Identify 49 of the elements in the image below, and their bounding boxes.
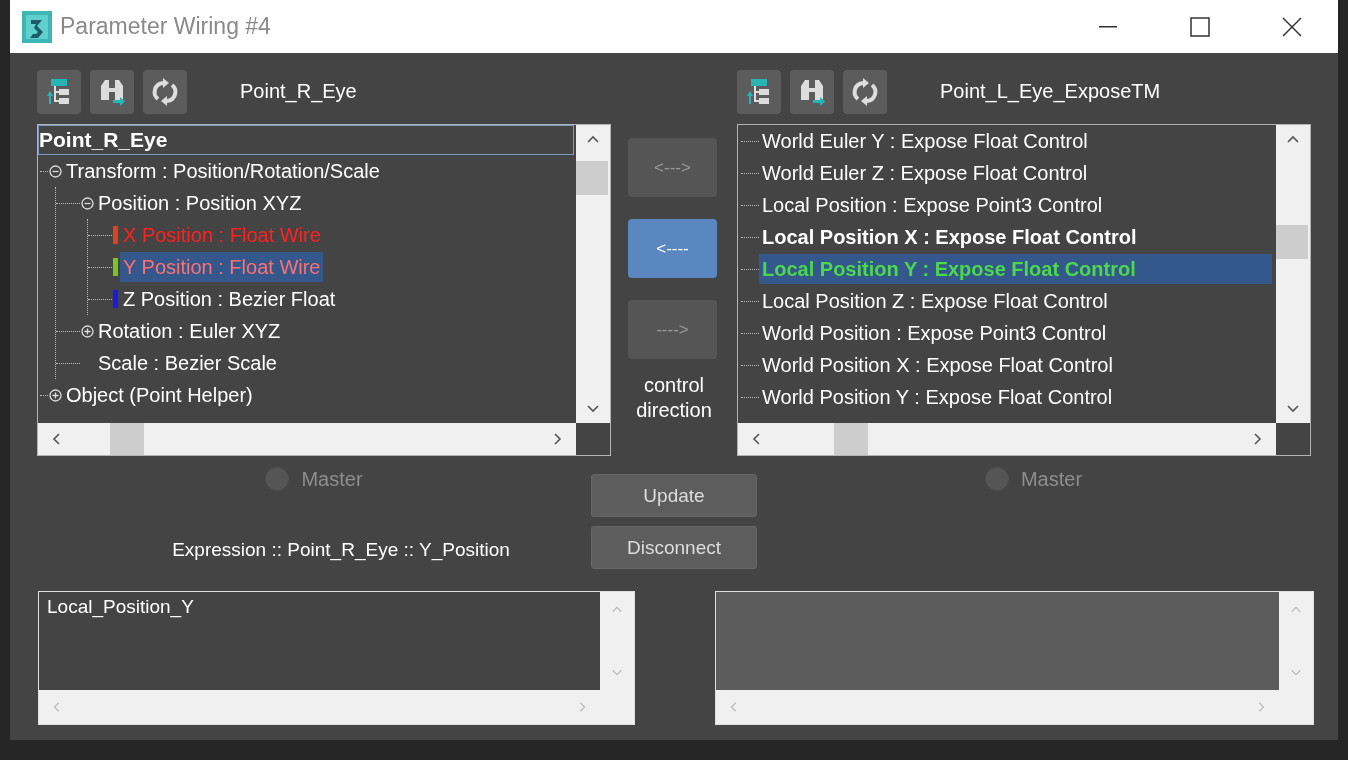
refresh-button[interactable] xyxy=(143,69,187,114)
tree-item[interactable]: Rotation : Euler XYZ xyxy=(95,316,284,346)
close-icon xyxy=(1282,16,1302,37)
expression-label: Expression :: Point_R_Eye :: Y_Position xyxy=(171,539,511,561)
binoculars-button[interactable] xyxy=(90,69,134,114)
scroll-thumb[interactable] xyxy=(834,423,868,455)
master-label: Master xyxy=(1020,467,1083,491)
app-logo xyxy=(22,10,52,43)
tree-item[interactable]: Transform : Position/Rotation/Scale xyxy=(63,156,383,186)
horizontal-scrollbar[interactable] xyxy=(38,423,576,455)
tree-item[interactable]: Z Position : Bezier Float xyxy=(120,284,339,314)
vertical-scrollbar[interactable] xyxy=(1276,125,1310,423)
binoculars-button[interactable] xyxy=(790,69,834,114)
scroll-thumb[interactable] xyxy=(110,423,144,455)
window-title: Parameter Wiring #4 xyxy=(60,13,272,40)
refresh-button[interactable] xyxy=(843,69,887,114)
list-item[interactable]: Local Position Y : Expose Float Control xyxy=(759,254,1272,284)
collapse-icon[interactable] xyxy=(48,164,62,178)
minimize-icon xyxy=(1099,25,1117,28)
collapse-icon[interactable] xyxy=(80,196,94,210)
scroll-thumb[interactable] xyxy=(576,161,608,195)
scroll-thumb[interactable] xyxy=(1276,225,1308,259)
list-item[interactable]: World Euler Z : Expose Float Control xyxy=(759,158,1091,188)
disconnect-button[interactable]: Disconnect xyxy=(591,526,757,569)
expand-icon[interactable] xyxy=(80,324,94,338)
horizontal-scrollbar[interactable] xyxy=(738,423,1276,455)
list-item[interactable]: Local Position Z : Expose Float Control xyxy=(759,286,1111,316)
tree-item[interactable]: Object (Point Helper) xyxy=(63,380,256,410)
object-name: Point_L_Eye_ExposeTM xyxy=(940,80,1161,103)
list-item[interactable]: World Position : Expose Point3 Control xyxy=(759,318,1110,348)
tree-item[interactable]: Position : Position XYZ xyxy=(95,188,305,218)
tree-item[interactable]: Scale : Bezier Scale xyxy=(95,348,280,378)
direction-button[interactable]: <---- xyxy=(628,219,717,278)
hierarchy-button[interactable] xyxy=(37,69,81,114)
expand-icon[interactable] xyxy=(48,388,62,402)
list-item[interactable]: Local Position : Expose Point3 Control xyxy=(759,190,1106,220)
update-button[interactable]: Update xyxy=(591,474,757,517)
list-item[interactable]: Local Position X : Expose Float Control xyxy=(759,222,1140,252)
maximize-icon xyxy=(1190,16,1210,37)
object-name: Point_R_Eye xyxy=(240,80,357,103)
expression-text: Local_Position_Y xyxy=(47,596,194,617)
hierarchy-button[interactable] xyxy=(737,69,781,114)
list-item[interactable]: World Position X : Expose Float Control xyxy=(759,350,1116,380)
master-label: Master xyxy=(301,467,363,491)
vertical-scrollbar[interactable] xyxy=(576,125,610,423)
list-item[interactable]: World Euler Y : Expose Float Control xyxy=(759,126,1091,156)
tree-root[interactable]: Point_R_Eye xyxy=(38,125,574,155)
direction-caption: control direction xyxy=(635,373,713,423)
list-item[interactable]: World Position Y : Expose Float Control xyxy=(759,382,1116,412)
